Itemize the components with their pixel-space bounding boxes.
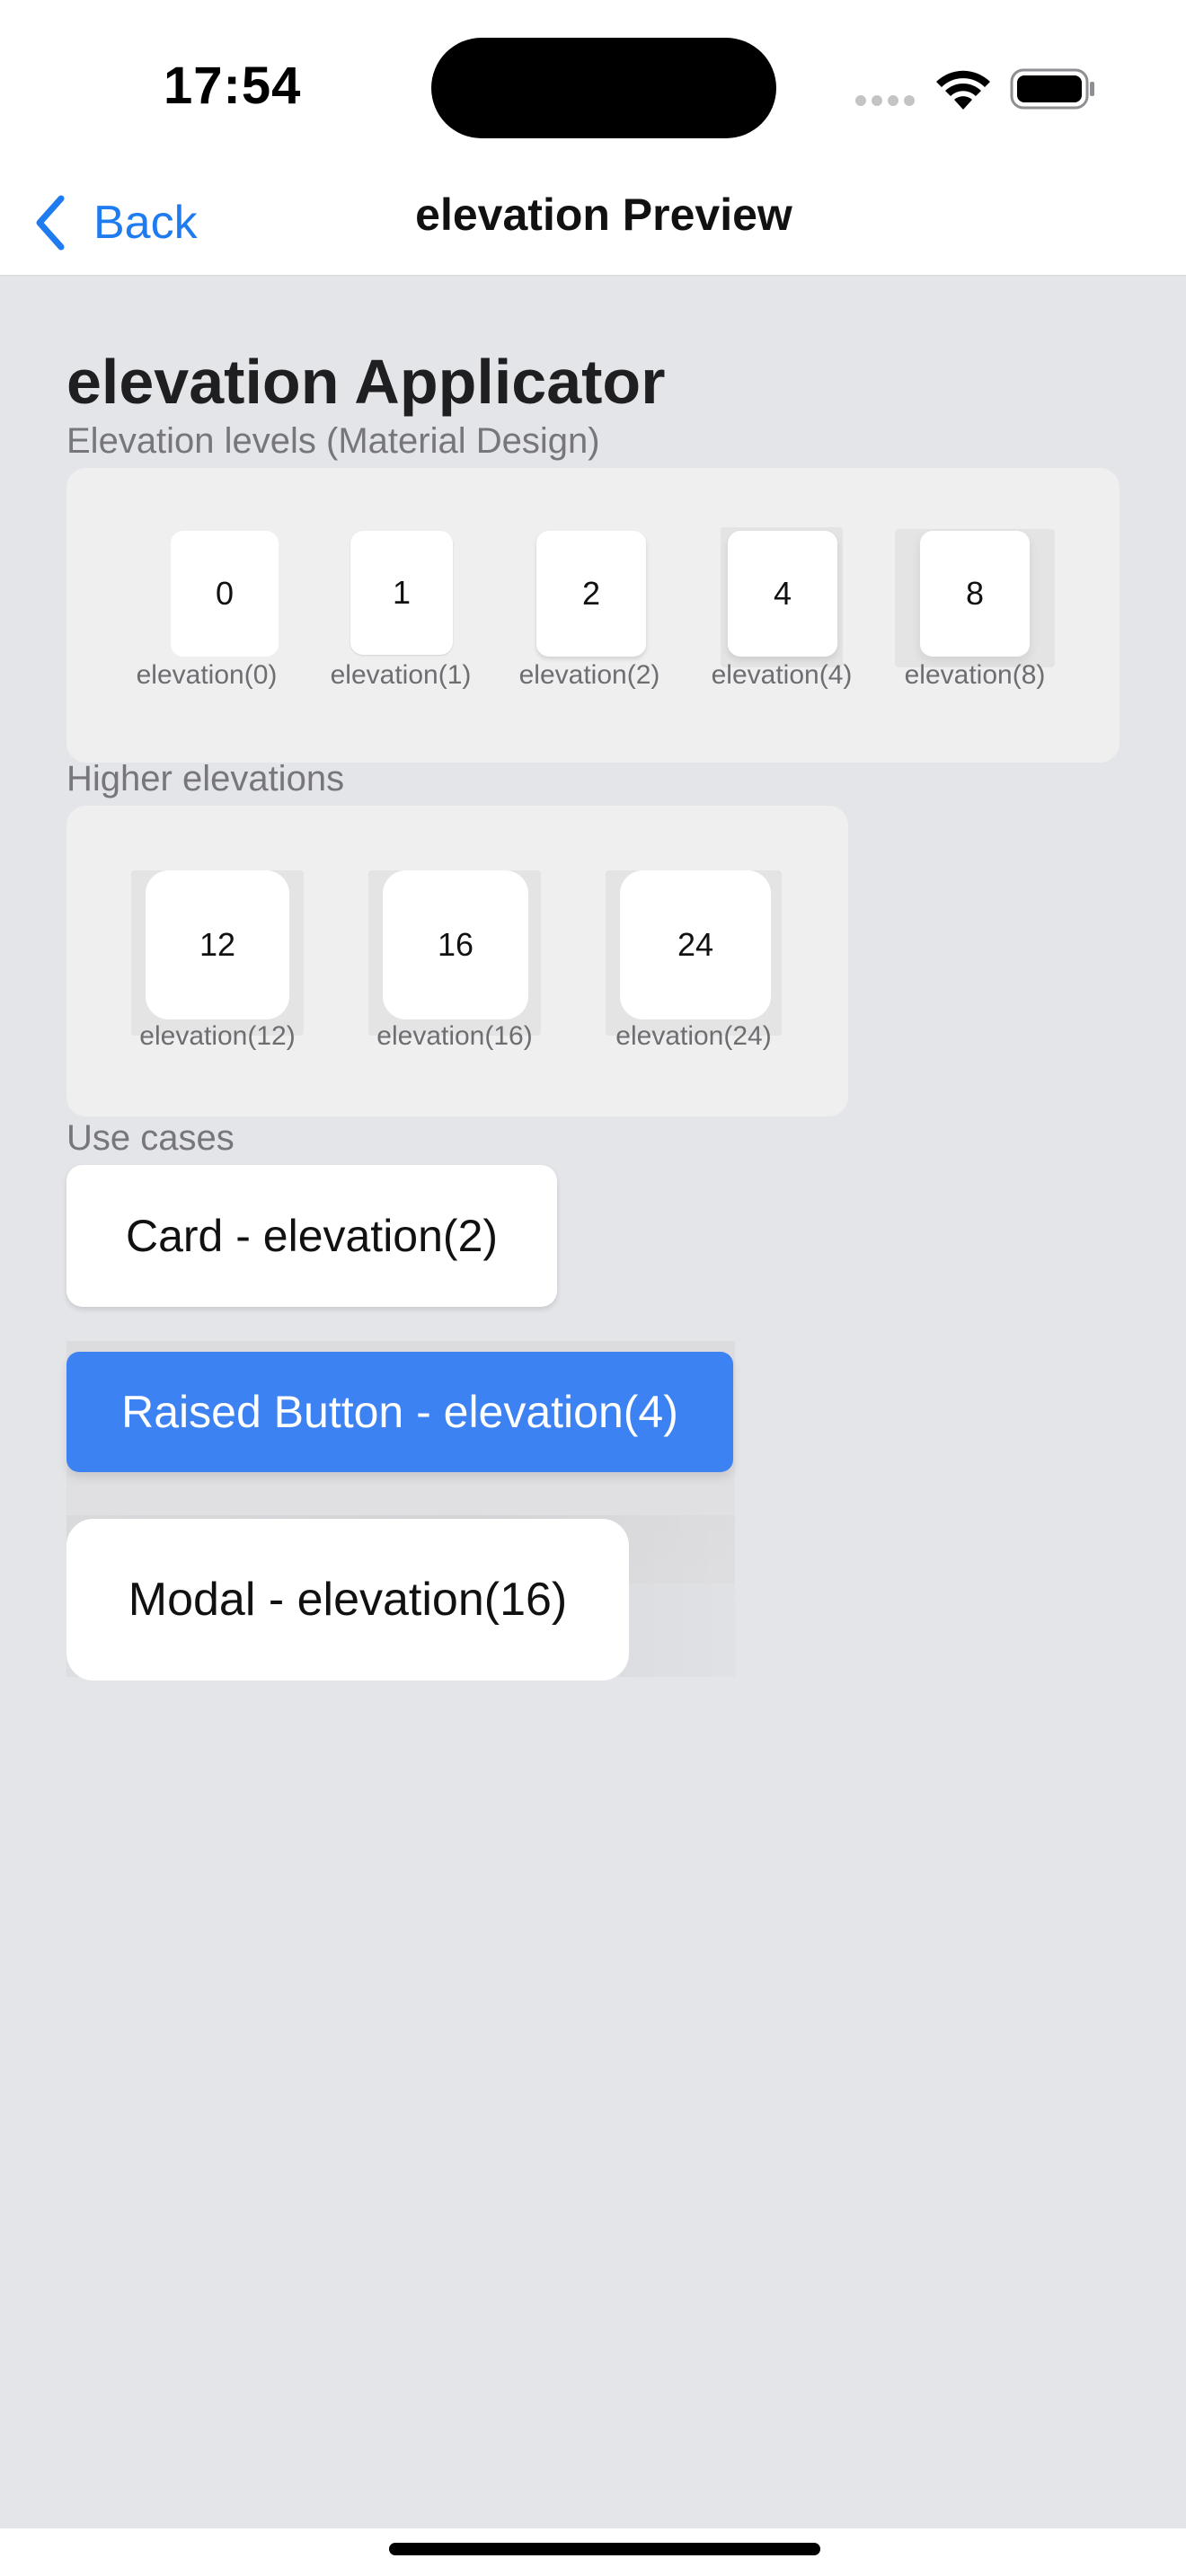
elevation-sample-24: 24 elevation(24) [606, 870, 782, 1077]
home-area [0, 2528, 1186, 2576]
elevation-tile: 1 [350, 531, 453, 655]
battery-icon [1010, 68, 1094, 110]
elevation-sample-12: 12 elevation(12) [131, 870, 304, 1077]
section-label-use-cases: Use cases [66, 1118, 235, 1158]
elevation-caption: elevation(2) [518, 660, 660, 690]
elevation-tile: 8 [920, 531, 1030, 657]
section-label-higher: Higher elevations [66, 759, 345, 798]
elevation-tile: 12 [146, 870, 289, 1019]
elevation-tile: 0 [171, 531, 279, 657]
cellular-signal-icon [855, 94, 920, 107]
modal-example: Modal - elevation(16) [66, 1519, 629, 1681]
elevation-caption: elevation(4) [711, 660, 853, 690]
elevation-caption: elevation(12) [139, 1021, 296, 1051]
elevation-sample-4: 4 elevation(4) [703, 527, 861, 710]
elevation-tile: 2 [536, 531, 646, 657]
raised-button[interactable]: Raised Button - elevation(4) [66, 1352, 733, 1472]
elevation-caption: elevation(1) [330, 660, 472, 690]
elevation-sample-0: 0 elevation(0) [129, 531, 284, 710]
elevation-sample-2: 2 elevation(2) [512, 531, 667, 710]
navigation-bar: Back elevation Preview [0, 171, 1186, 276]
elevation-levels-panel: 0 elevation(0) 1 elevation(1) 2 elevatio… [66, 468, 1120, 763]
elevation-caption: elevation(24) [615, 1021, 772, 1051]
wifi-icon [936, 70, 990, 110]
elevation-tile: 24 [620, 870, 771, 1019]
dynamic-island [431, 38, 776, 138]
elevation-tile: 16 [383, 870, 528, 1019]
elevation-tile: 4 [728, 531, 837, 657]
card-example: Card - elevation(2) [66, 1165, 557, 1307]
elevation-caption: elevation(8) [904, 660, 1046, 690]
elevation-caption: elevation(0) [136, 660, 278, 690]
elevation-caption: elevation(16) [376, 1021, 533, 1051]
section-label-levels: Elevation levels (Material Design) [66, 421, 600, 461]
nav-title: elevation Preview [415, 190, 792, 240]
elevation-sample-16: 16 elevation(16) [368, 870, 541, 1077]
higher-elevations-panel: 12 elevation(12) 16 elevation(16) 24 ele… [66, 806, 848, 1116]
elevation-sample-1: 1 elevation(1) [323, 531, 478, 710]
elevation-sample-8: 8 elevation(8) [895, 529, 1055, 710]
status-time: 17:54 [164, 57, 302, 115]
content-area: elevation Applicator Elevation levels (M… [0, 276, 1186, 2528]
status-bar: 17:54 [0, 0, 1186, 171]
home-indicator[interactable] [389, 2543, 820, 2555]
page-title: elevation Applicator [66, 347, 666, 417]
